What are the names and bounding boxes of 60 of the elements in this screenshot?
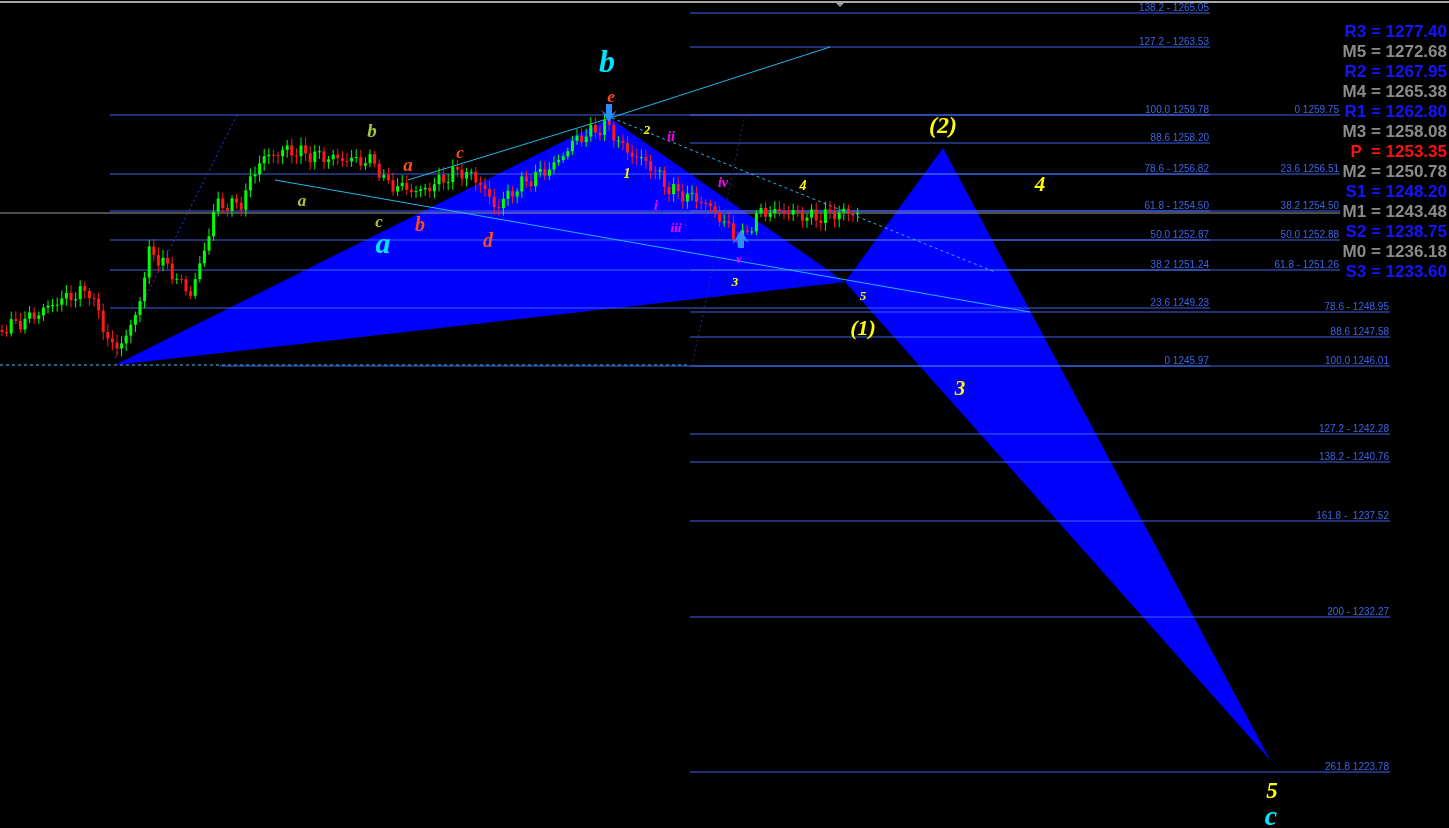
wave-label: (1) (850, 315, 876, 340)
pivot-level-label: R1 = 1262.80 (1344, 102, 1447, 121)
wave-label: i (654, 198, 658, 213)
wave-label: 5 (1266, 778, 1278, 803)
fib-level-label: 50.0 1252.87 (1150, 229, 1209, 240)
fib-level-label: 0 1259.75 (1294, 104, 1339, 115)
wave-label: d (483, 229, 493, 251)
fib-level-label: 261.8 1223.78 (1325, 761, 1389, 772)
fib-level-label: 161.8 - 1237.52 (1316, 510, 1389, 521)
pivot-level-label: M5 = 1272.68 (1342, 42, 1447, 61)
pivot-level-label: M4 = 1265.38 (1342, 82, 1447, 101)
pivot-level-label: S3 = 1233.60 (1345, 262, 1447, 281)
pivot-level-label: S1 = 1248.20 (1345, 182, 1447, 201)
fib-level-label: 88.6 1258.20 (1150, 132, 1209, 143)
fib-level-label: 23.6 1249.23 (1150, 297, 1209, 308)
wave-label: iii (670, 220, 682, 235)
wave-label: 4 (799, 178, 807, 193)
wave-label: 4 (1034, 172, 1046, 196)
fib-level-label: 61.8 - 1254.50 (1144, 200, 1209, 211)
pivot-level-label: M3 = 1258.08 (1342, 122, 1447, 141)
fib-level-label: 78.6 - 1256.82 (1144, 163, 1209, 174)
pivot-level-label: M2 = 1250.78 (1342, 162, 1447, 181)
wave-label: b (415, 213, 425, 235)
fib-level-label: 138.2 - 1265.05 (1138, 2, 1209, 13)
pivot-level-label: M1 = 1243.48 (1342, 202, 1447, 221)
wave-label: iv (717, 175, 729, 190)
wave-label: 5 (859, 288, 867, 303)
wave-label: 3 (731, 274, 739, 289)
fib-level-label: 138.2 - 1240.76 (1318, 451, 1389, 462)
fib-level-label: 100.0 1259.78 (1145, 104, 1209, 115)
fib-level-label: 50.0 1252.88 (1280, 229, 1339, 240)
pivot-level-label: P = 1253.35 (1350, 142, 1447, 161)
wave-label: ii (667, 129, 675, 144)
wave-label: v (736, 252, 742, 266)
wave-label: e (607, 87, 615, 106)
pivot-level-label: S2 = 1238.75 (1345, 222, 1447, 241)
wave-label: a (403, 154, 413, 175)
fib-level-label: 200 - 1232.27 (1327, 606, 1389, 617)
wave-label: b (367, 120, 377, 141)
fib-level-label: 78.6 - 1248.95 (1324, 301, 1389, 312)
wave-label: 1 (623, 166, 631, 181)
wave-label: c (1264, 800, 1278, 828)
fib-level-label: 127.2 - 1263.53 (1138, 36, 1209, 47)
pivot-level-label: R3 = 1277.40 (1344, 22, 1447, 41)
fib-level-label: 0 1245.97 (1164, 355, 1209, 366)
fib-level-label: 88.6 1247.58 (1330, 326, 1389, 337)
wave-label: b (599, 43, 615, 79)
fib-level-label: 127.2 - 1242.28 (1318, 423, 1389, 434)
wave-label: 2 (643, 122, 651, 137)
wave-label: a (297, 191, 307, 210)
fib-level-label: 38.2 1254.50 (1280, 200, 1339, 211)
wave-label: 3 (954, 376, 966, 400)
fib-level-label: 100.0 1246.01 (1325, 355, 1389, 366)
fib-level-label: 23.6 1256.51 (1280, 163, 1339, 174)
pivot-level-label: M0 = 1236.18 (1342, 242, 1447, 261)
pivot-level-label: R2 = 1267.95 (1344, 62, 1447, 81)
fib-level-label: 61.8 - 1251.26 (1274, 259, 1339, 270)
wave-label: (2) (929, 112, 957, 138)
wave-label: c (456, 143, 464, 162)
fib-level-label: 38.2 1251.24 (1150, 259, 1209, 270)
